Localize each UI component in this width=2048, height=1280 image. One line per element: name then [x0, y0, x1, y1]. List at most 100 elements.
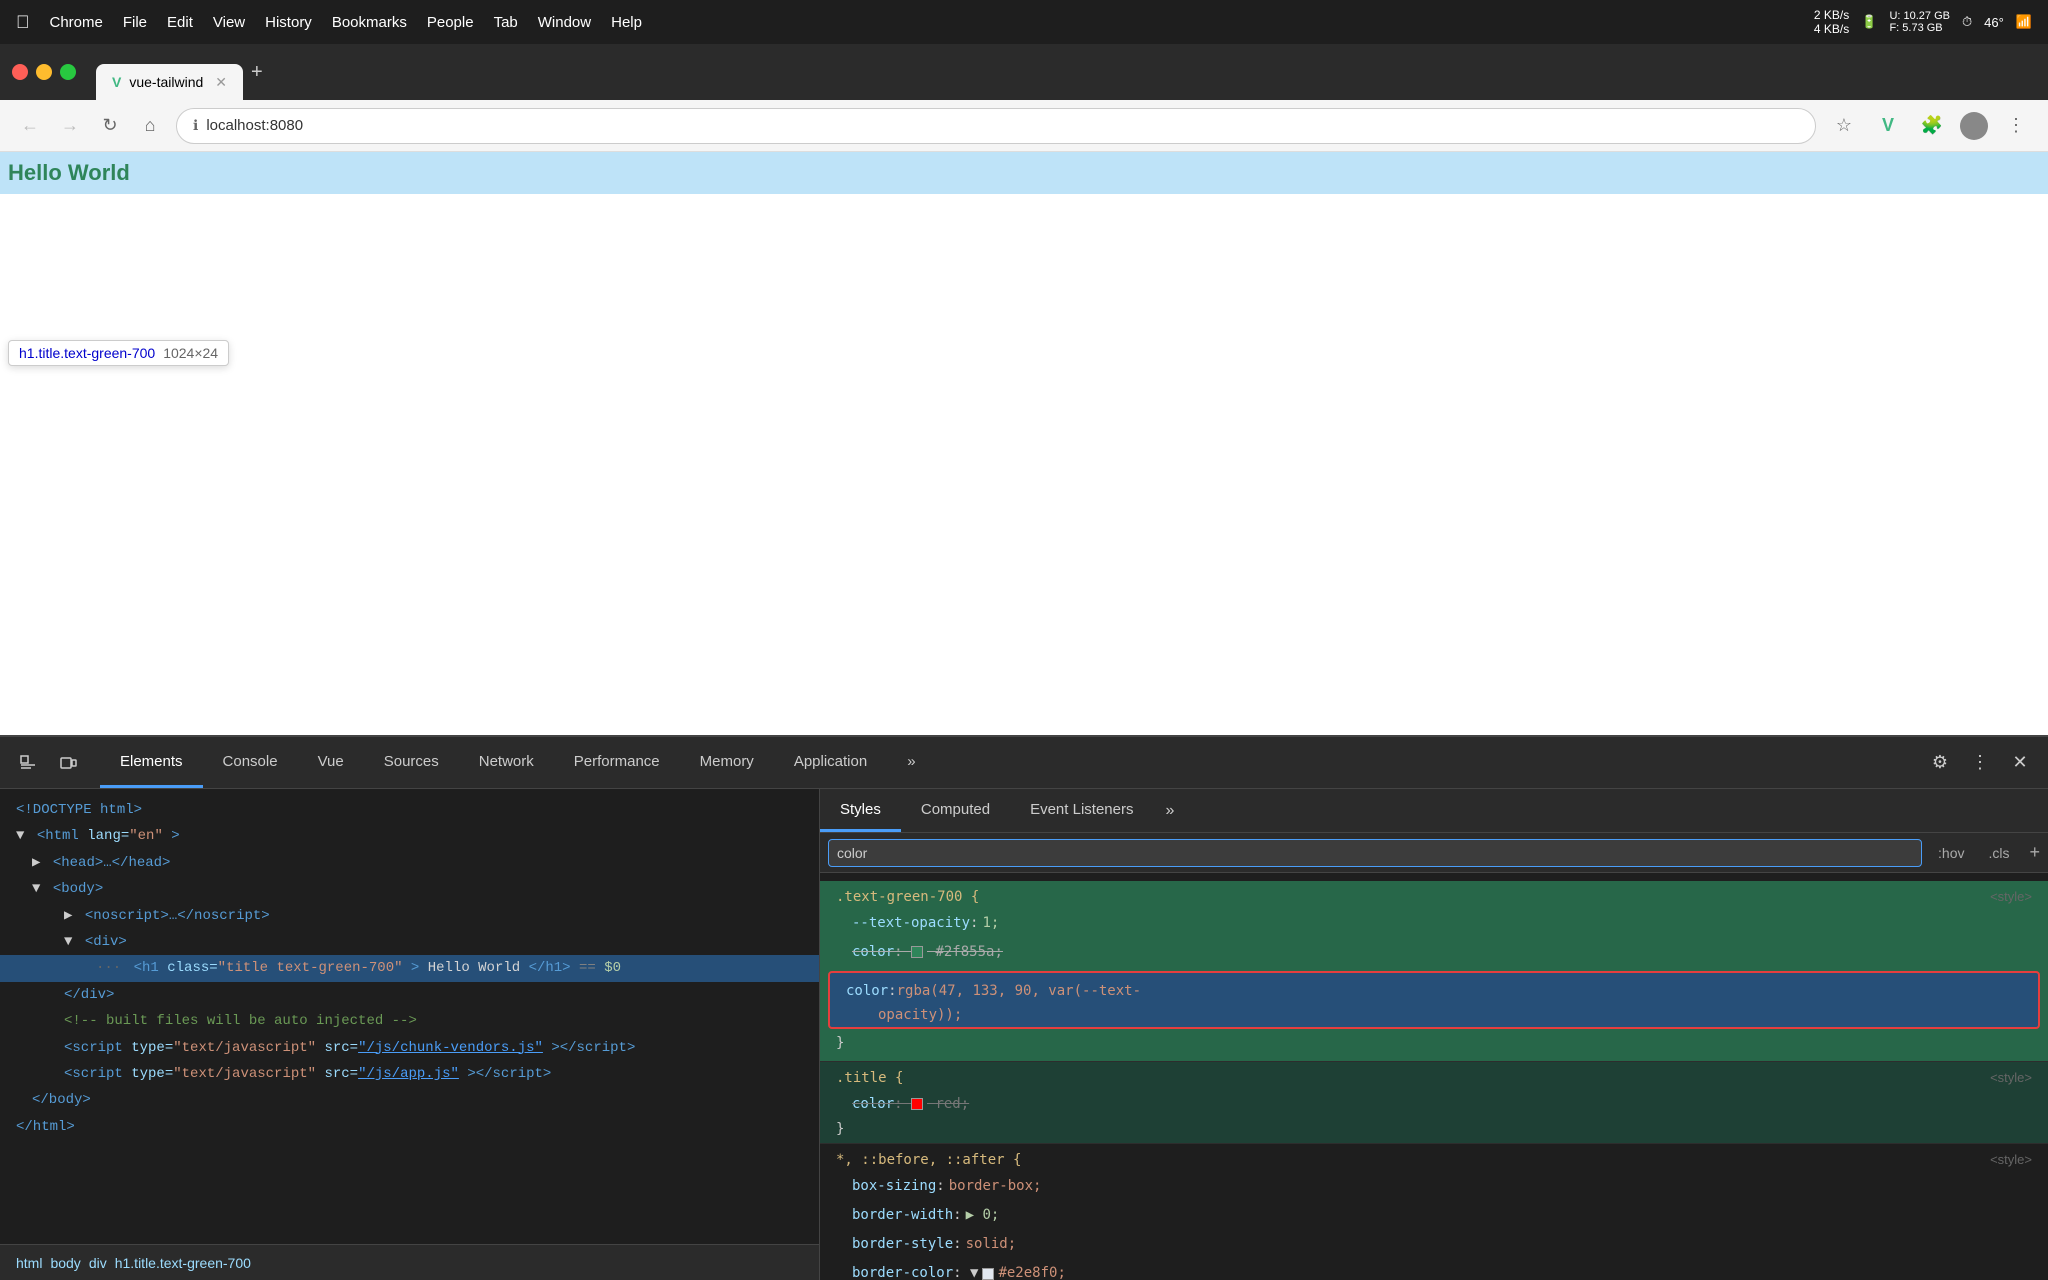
- new-tab-button[interactable]: +: [251, 61, 263, 84]
- dom-line-vendors-script[interactable]: <script type="text/javascript" src="/js/…: [0, 1035, 819, 1061]
- tab-sources[interactable]: Sources: [364, 737, 459, 788]
- css-prop-color-strikethrough[interactable]: color: #2f855a;: [820, 938, 2048, 967]
- menubar-tab[interactable]: Tab: [494, 14, 518, 31]
- menubar-view[interactable]: View: [213, 14, 245, 31]
- tab-elements[interactable]: Elements: [100, 737, 203, 788]
- dom-line-html[interactable]: ▼ <html lang="en" >: [0, 823, 819, 849]
- active-tab[interactable]: V vue-tailwind ✕: [96, 64, 243, 100]
- breadcrumb-h1[interactable]: h1.title.text-green-700: [115, 1255, 251, 1271]
- battery-icon: 🔋: [1861, 14, 1877, 30]
- element-tooltip: h1.title.text-green-700 1024×24: [8, 340, 229, 366]
- device-toolbar-button[interactable]: [52, 747, 84, 779]
- dom-line-head[interactable]: ▶ <head>…</head>: [0, 850, 819, 876]
- menubar-bookmarks[interactable]: Bookmarks: [332, 14, 407, 31]
- styles-tab-styles[interactable]: Styles: [820, 789, 901, 832]
- vuejs-extension-button[interactable]: V: [1872, 110, 1904, 142]
- menubar-window[interactable]: Window: [538, 14, 591, 31]
- css-prop-title-color[interactable]: color: red;: [820, 1090, 2048, 1119]
- color-swatch-green[interactable]: [911, 946, 923, 958]
- maximize-button[interactable]: [60, 64, 76, 80]
- css-source-title[interactable]: <style>: [1990, 1070, 2032, 1086]
- css-prop-color-rgba-cont: opacity));: [830, 1007, 2038, 1023]
- forward-button[interactable]: →: [56, 112, 84, 140]
- tab-favicon: V: [112, 74, 121, 90]
- css-prop-border-color[interactable]: border-color : ▼ #e2e8f0;: [820, 1259, 2048, 1280]
- tab-title: vue-tailwind: [129, 74, 203, 90]
- dot-icon: ···: [96, 960, 121, 976]
- breadcrumb-div[interactable]: div: [89, 1255, 107, 1271]
- add-style-button[interactable]: +: [2029, 842, 2040, 863]
- tab-more[interactable]: »: [887, 737, 935, 788]
- chrome-menu-button[interactable]: ⋮: [2000, 110, 2032, 142]
- dom-tree[interactable]: <!DOCTYPE html> ▼ <html lang="en" > ▶ <h…: [0, 789, 819, 1244]
- dom-line-noscript[interactable]: ▶ <noscript>…</noscript>: [0, 903, 819, 929]
- dom-line-body-close[interactable]: </body>: [0, 1087, 819, 1113]
- reload-button[interactable]: ↻: [96, 112, 124, 140]
- tab-performance[interactable]: Performance: [554, 737, 680, 788]
- cls-filter-button[interactable]: .cls: [1980, 843, 2017, 863]
- url-text: localhost:8080: [206, 117, 303, 134]
- css-source[interactable]: <style>: [1990, 889, 2032, 905]
- dom-line-h1[interactable]: ··· <h1 class="title text-green-700" > H…: [0, 955, 819, 981]
- css-prop-box-sizing[interactable]: box-sizing : border-box;: [820, 1172, 2048, 1201]
- css-selector[interactable]: .text-green-700 {: [836, 889, 979, 905]
- dom-line-div[interactable]: ▼ <div>: [0, 929, 819, 955]
- dom-line-body[interactable]: ▼ <body>: [0, 876, 819, 902]
- tab-vue[interactable]: Vue: [298, 737, 364, 788]
- tab-network[interactable]: Network: [459, 737, 554, 788]
- styles-tab-event-listeners[interactable]: Event Listeners: [1010, 789, 1153, 832]
- styles-filter-input[interactable]: [828, 839, 1922, 867]
- menubar-history[interactable]: History: [265, 14, 312, 31]
- css-rule-title-header: .title { <style>: [820, 1066, 2048, 1090]
- security-icon: ℹ: [193, 117, 198, 134]
- color-swatch-border[interactable]: [982, 1268, 994, 1280]
- css-prop-border-style[interactable]: border-style : solid;: [820, 1230, 2048, 1259]
- dom-line-div-close[interactable]: </div>: [0, 982, 819, 1008]
- styles-tab-more[interactable]: »: [1153, 789, 1186, 832]
- devtools-settings-button[interactable]: ⚙: [1924, 747, 1956, 779]
- devtools-close-button[interactable]: ✕: [2004, 747, 2036, 779]
- close-button[interactable]: [12, 64, 28, 80]
- css-selector-title[interactable]: .title {: [836, 1070, 903, 1086]
- minimize-button[interactable]: [36, 64, 52, 80]
- menubar-system-info: 2 KB/s4 KB/s 🔋 U: 10.27 GBF: 5.73 GB ⏱ 4…: [1814, 8, 2032, 36]
- home-button[interactable]: ⌂: [136, 112, 164, 140]
- tab-console[interactable]: Console: [203, 737, 298, 788]
- dom-line-html-close[interactable]: </html>: [0, 1114, 819, 1140]
- memory-info: U: 10.27 GBF: 5.73 GB: [1889, 10, 1950, 34]
- url-bar[interactable]: ℹ localhost:8080: [176, 108, 1816, 144]
- css-rule-title-closing: }: [820, 1119, 2048, 1139]
- dom-breadcrumb: html body div h1.title.text-green-700: [0, 1244, 819, 1280]
- dom-line-app-script[interactable]: <script type="text/javascript" src="/js/…: [0, 1061, 819, 1087]
- menubar-help[interactable]: Help: [611, 14, 642, 31]
- menubar-file[interactable]: File: [123, 14, 147, 31]
- css-rule-universal-header: *, ::before, ::after { <style>: [820, 1148, 2048, 1172]
- tab-application[interactable]: Application: [774, 737, 887, 788]
- breadcrumb-html[interactable]: html: [16, 1255, 42, 1271]
- color-swatch-red[interactable]: [911, 1098, 923, 1110]
- expand-arrow-icon: ▶: [32, 855, 40, 871]
- devtools-more-button[interactable]: ⋮: [1964, 747, 1996, 779]
- menubar-people[interactable]: People: [427, 14, 474, 31]
- breadcrumb-body[interactable]: body: [50, 1255, 80, 1271]
- menubar-edit[interactable]: Edit: [167, 14, 193, 31]
- styles-tab-computed[interactable]: Computed: [901, 789, 1010, 832]
- bookmark-button[interactable]: ☆: [1828, 110, 1860, 142]
- element-inspector-button[interactable]: [12, 747, 44, 779]
- css-prop-border-width[interactable]: border-width : ▶ 0;: [820, 1201, 2048, 1230]
- page-banner: Hello World: [0, 152, 2048, 194]
- css-source-universal[interactable]: <style>: [1990, 1152, 2032, 1168]
- pseudo-filter-button[interactable]: :hov: [1930, 843, 1972, 863]
- tab-close-button[interactable]: ✕: [215, 74, 227, 91]
- css-prop-text-opacity[interactable]: --text-opacity : 1;: [820, 909, 2048, 938]
- extensions-button[interactable]: 🧩: [1916, 110, 1948, 142]
- avatar[interactable]: [1960, 112, 1988, 140]
- menubar-chrome[interactable]: Chrome: [50, 14, 103, 31]
- back-button[interactable]: ←: [16, 112, 44, 140]
- css-selector-universal[interactable]: *, ::before, ::after {: [836, 1152, 1021, 1168]
- css-highlighted-rule: color : rgba(47, 133, 90, var(--text- op…: [828, 971, 2040, 1028]
- dom-line-doctype: <!DOCTYPE html>: [0, 797, 819, 823]
- css-prop-color-rgba[interactable]: color : rgba(47, 133, 90, var(--text-: [830, 977, 2038, 1006]
- apple-menu[interactable]: : [16, 12, 30, 33]
- tab-memory[interactable]: Memory: [680, 737, 774, 788]
